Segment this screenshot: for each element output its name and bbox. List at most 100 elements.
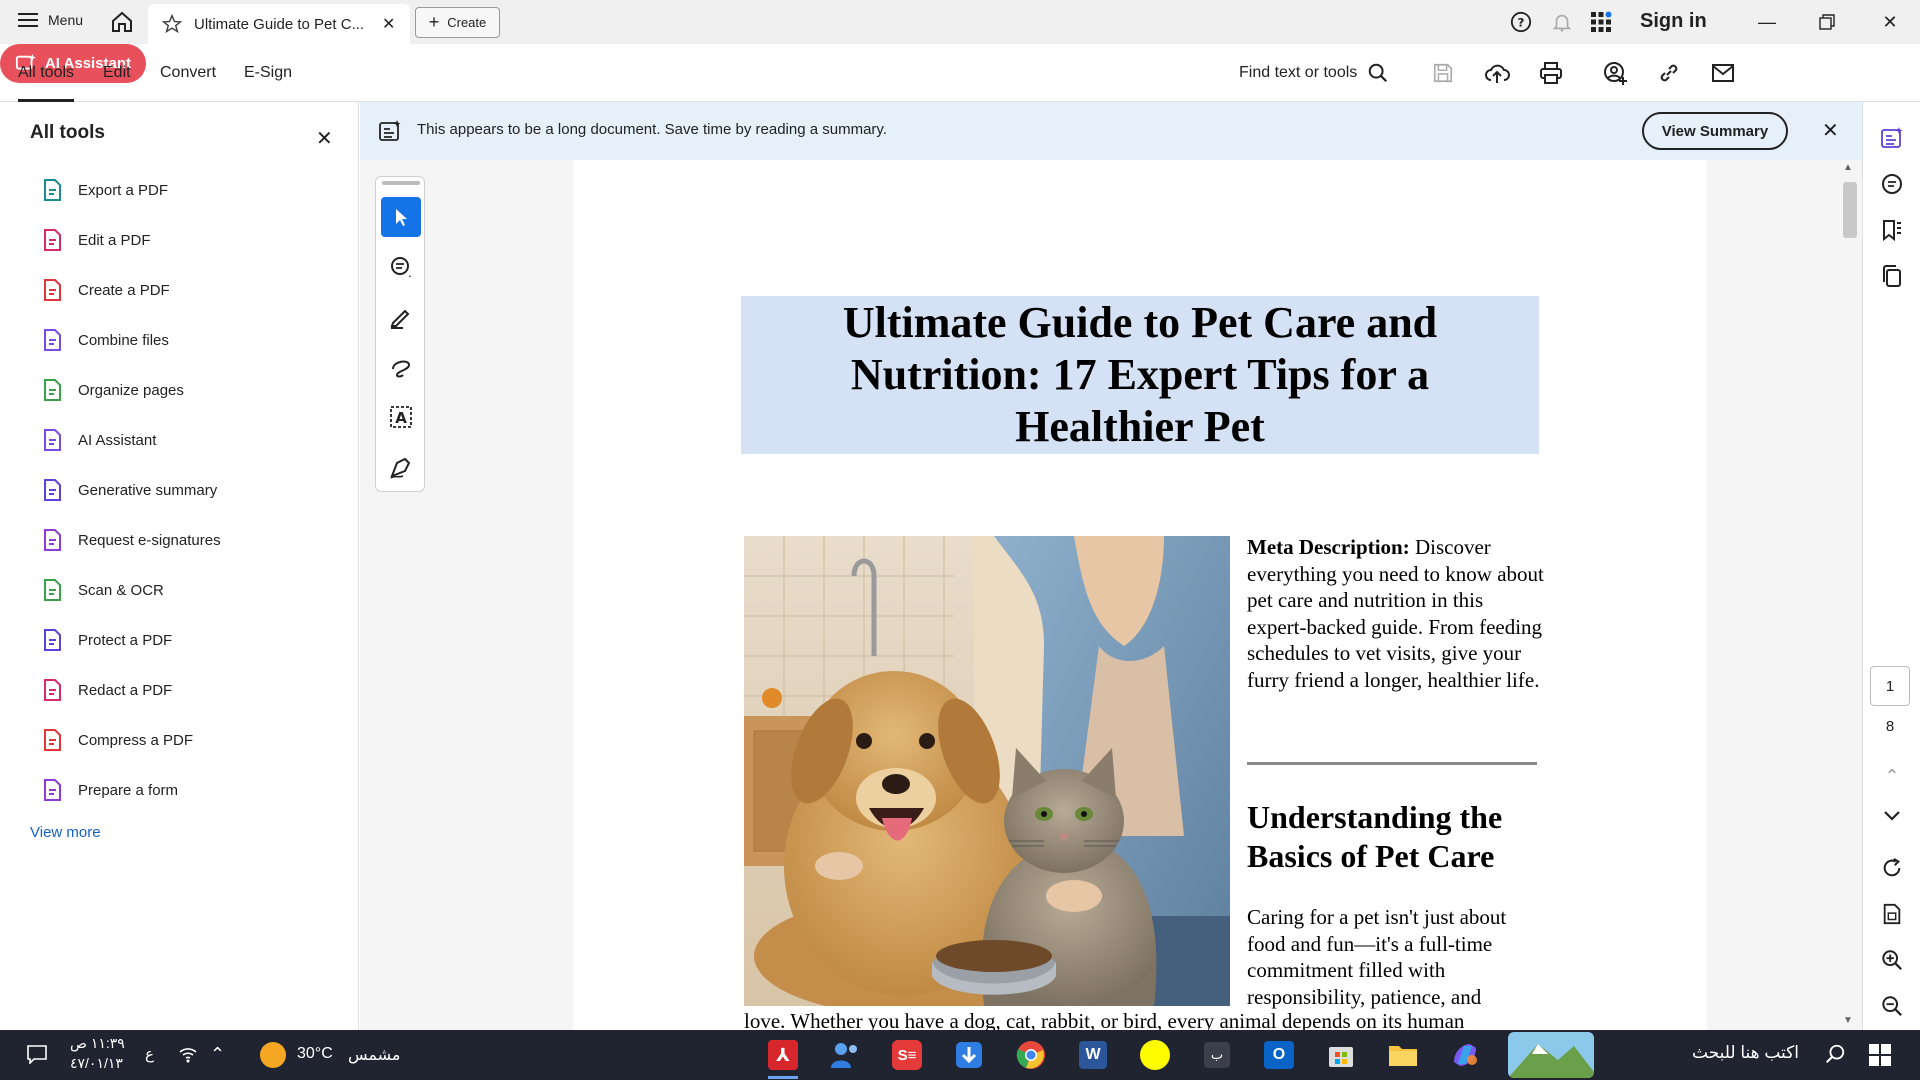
weather-temp[interactable]: 30°C — [297, 1045, 333, 1063]
tab-convert[interactable]: Convert — [160, 44, 216, 102]
chrome-icon[interactable] — [1006, 1035, 1056, 1075]
scroll-down-icon[interactable]: ▼ — [1843, 1015, 1853, 1026]
close-panel-icon[interactable]: ✕ — [316, 126, 333, 151]
tab-e-sign[interactable]: E-Sign — [244, 44, 292, 102]
rotate-button[interactable] — [1878, 854, 1906, 882]
tool-item-compress[interactable]: Compress a PDF — [40, 720, 193, 760]
email-button[interactable] — [1707, 57, 1739, 89]
sign-tool-button[interactable] — [381, 447, 421, 487]
tool-item-label: Redact a PDF — [78, 681, 173, 699]
select-tool-button[interactable] — [381, 197, 421, 237]
section-heading: Understanding the Basics of Pet Care — [1247, 799, 1503, 874]
show-hidden-icons-icon[interactable]: ⌃ — [210, 1044, 225, 1065]
fit-page-button[interactable] — [1878, 900, 1906, 928]
people-app-icon[interactable] — [820, 1035, 870, 1075]
snapchat-icon[interactable] — [1130, 1035, 1180, 1075]
sun-weather-icon[interactable] — [260, 1042, 286, 1068]
banner-text: This appears to be a long document. Save… — [417, 121, 887, 138]
menu-button[interactable]: Menu — [18, 12, 83, 28]
document-tab[interactable]: Ultimate Guide to Pet C... ✕ — [148, 4, 410, 44]
scroll-thumb[interactable] — [1843, 182, 1857, 238]
banner-close-icon[interactable]: ✕ — [1822, 118, 1839, 143]
tool-item-summary[interactable]: Generative summary — [40, 470, 217, 510]
text-tool-button[interactable]: A — [381, 397, 421, 437]
create-label: Create — [447, 15, 487, 30]
svg-text:?: ? — [1518, 16, 1525, 30]
document-title: Ultimate Guide to Pet Care and Nutrition… — [741, 296, 1539, 454]
comment-tool-button[interactable] — [381, 247, 421, 287]
zoom-out-button[interactable] — [1878, 992, 1906, 1020]
page-down-icon[interactable] — [1878, 802, 1906, 830]
close-window-icon[interactable]: ✕ — [1860, 0, 1920, 44]
form-tool-icon — [44, 779, 61, 801]
notifications-button[interactable] — [1551, 11, 1573, 33]
store-icon[interactable] — [1316, 1035, 1366, 1075]
current-page-input[interactable]: 1 — [1870, 666, 1910, 706]
tool-item-esign[interactable]: Request e-signatures — [40, 520, 221, 560]
sign-in-button[interactable]: Sign in — [1640, 10, 1707, 33]
share-user-button[interactable] — [1599, 57, 1631, 89]
star-icon[interactable] — [162, 14, 182, 34]
taskbar-search-input[interactable]: اكتب هنا للبحث — [1692, 1043, 1799, 1063]
drag-handle[interactable] — [382, 181, 420, 185]
tool-item-scan[interactable]: Scan & OCR — [40, 570, 164, 610]
word-icon[interactable]: W — [1068, 1035, 1118, 1075]
clock-time[interactable]: ١١:٣٩ ص — [70, 1035, 125, 1052]
save-button[interactable] — [1427, 57, 1459, 89]
generative-summary-button[interactable] — [1878, 124, 1906, 152]
tab-close-icon[interactable]: ✕ — [382, 14, 395, 34]
scroll-up-icon[interactable]: ▲ — [1843, 162, 1853, 173]
download-manager-icon[interactable] — [944, 1035, 994, 1075]
search-highlight-image[interactable] — [1508, 1032, 1594, 1078]
find-tools-button[interactable]: Find text or tools — [1239, 44, 1389, 102]
windows-start-icon[interactable] — [1868, 1043, 1892, 1072]
tab-edit[interactable]: Edit — [103, 44, 131, 102]
draw-tool-button[interactable] — [381, 347, 421, 387]
editor-app-icon[interactable]: S≡ — [882, 1035, 932, 1075]
tool-item-export[interactable]: Export a PDF — [40, 170, 168, 210]
tool-item-protect[interactable]: Protect a PDF — [40, 620, 172, 660]
copilot-icon[interactable] — [1440, 1035, 1490, 1075]
pages-button[interactable] — [1878, 262, 1906, 290]
home-button[interactable] — [110, 10, 134, 34]
print-button[interactable] — [1535, 57, 1567, 89]
zoom-in-button[interactable] — [1878, 946, 1906, 974]
tool-item-redact[interactable]: Redact a PDF — [40, 670, 172, 710]
view-more-link[interactable]: View more — [30, 824, 101, 841]
clock-date[interactable]: ٤٧/٠١/١٣ — [70, 1055, 123, 1072]
plus-icon: + — [428, 12, 440, 32]
acrobat-app-icon[interactable]: ⅄ — [758, 1035, 808, 1075]
restore-icon[interactable] — [1797, 0, 1857, 44]
view-summary-button[interactable]: View Summary — [1642, 112, 1788, 150]
wifi-icon[interactable] — [178, 1044, 198, 1069]
link-button[interactable] — [1653, 57, 1685, 89]
notification-center-icon[interactable] — [26, 1044, 48, 1069]
page-up-icon[interactable]: ⌃ — [1878, 762, 1906, 790]
create-button[interactable]: + Create — [415, 7, 500, 38]
weather-desc[interactable]: مشمس — [348, 1045, 401, 1065]
calculator-icon[interactable]: ب — [1192, 1035, 1242, 1075]
file-explorer-icon[interactable] — [1378, 1035, 1428, 1075]
tool-item-label: Scan & OCR — [78, 581, 164, 599]
comments-button[interactable] — [1878, 170, 1906, 198]
upload-button[interactable] — [1481, 57, 1513, 89]
apps-button[interactable] — [1590, 11, 1612, 33]
redact-tool-icon — [44, 679, 61, 701]
tool-item-create[interactable]: Create a PDF — [40, 270, 170, 310]
tool-item-combine[interactable]: Combine files — [40, 320, 169, 360]
language-indicator[interactable]: ع — [145, 1045, 154, 1063]
search-icon[interactable] — [1824, 1043, 1846, 1070]
tab-all-tools[interactable]: All tools — [18, 44, 75, 102]
minimize-icon[interactable]: — — [1737, 0, 1797, 44]
tool-item-ai[interactable]: AI Assistant — [40, 420, 156, 460]
vertical-scrollbar[interactable]: ▲ ▼ — [1838, 160, 1862, 1030]
bookmarks-button[interactable] — [1878, 216, 1906, 244]
tool-item-edit[interactable]: Edit a PDF — [40, 220, 151, 260]
highlight-tool-button[interactable] — [381, 297, 421, 337]
outlook-icon[interactable]: O — [1254, 1035, 1304, 1075]
help-button[interactable]: ? — [1510, 11, 1532, 33]
compress-tool-icon — [44, 729, 61, 751]
tool-item-organize[interactable]: Organize pages — [40, 370, 184, 410]
summary-icon — [379, 120, 401, 141]
tool-item-form[interactable]: Prepare a form — [40, 770, 178, 810]
